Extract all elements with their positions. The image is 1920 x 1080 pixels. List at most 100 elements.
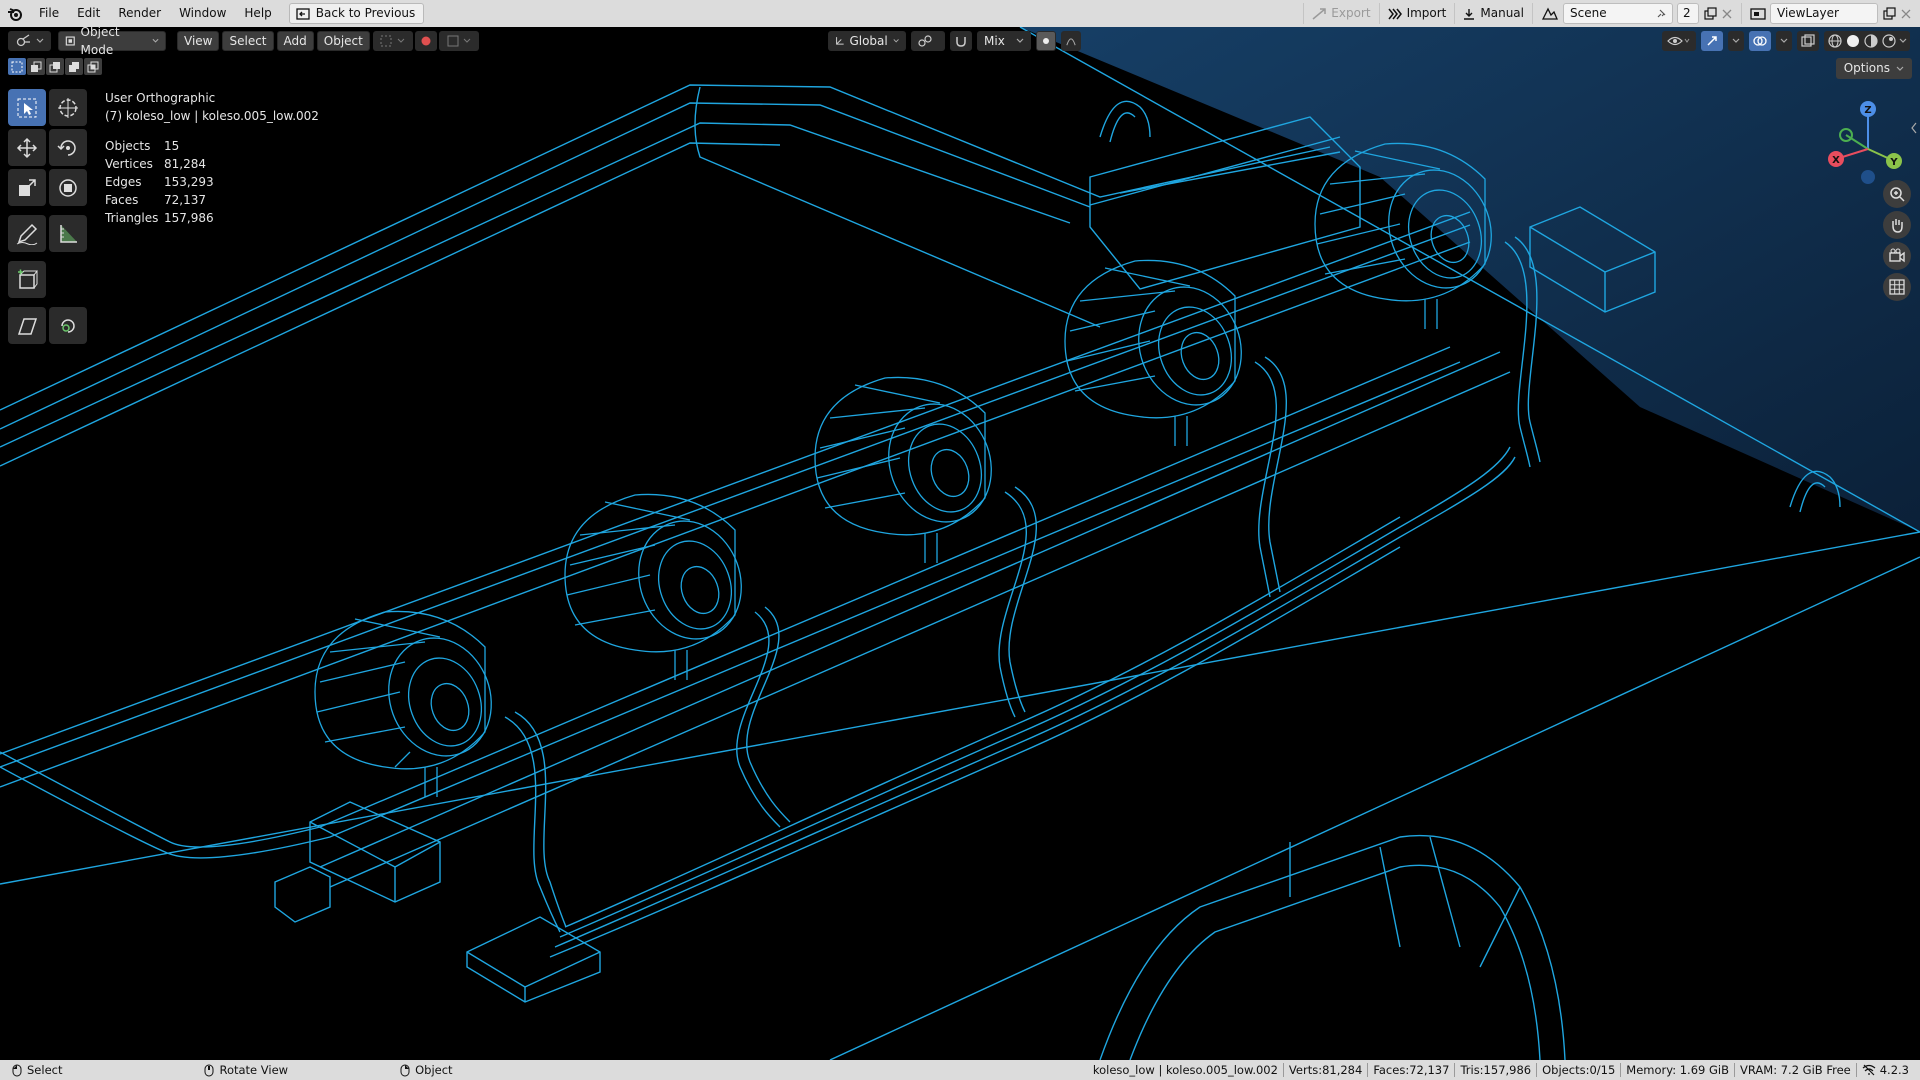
editor-type-button[interactable]: [8, 31, 51, 51]
stat-row-edges: Edges 153,293: [105, 175, 319, 193]
topbar-right-group: Export Import Manual Scene 2 ViewLayer: [1303, 0, 1920, 27]
scale-tool[interactable]: [8, 169, 46, 206]
stat-value: 153,293: [164, 175, 214, 189]
stat-label: Edges: [105, 175, 142, 189]
close-view-layer-icon[interactable]: [1900, 8, 1912, 20]
measure-tool[interactable]: [49, 215, 87, 252]
object-mode-dropdown[interactable]: Object Mode: [58, 27, 166, 57]
neg-z-axis-handle: [1861, 170, 1875, 184]
cursor-tool[interactable]: [49, 89, 87, 126]
back-to-previous-button[interactable]: Back to Previous: [288, 3, 425, 24]
menu-render[interactable]: Render: [109, 0, 170, 27]
show-overlays-toggle[interactable]: [1749, 31, 1771, 51]
sidebar-toggle-icon[interactable]: [1910, 122, 1918, 137]
visibility-dropdown[interactable]: [1662, 31, 1696, 51]
transform-tool[interactable]: [49, 169, 87, 206]
screen-back-icon: [296, 7, 310, 20]
pivot-point-dropdown[interactable]: [911, 31, 945, 51]
options-label: Options: [1843, 61, 1890, 75]
scene-users-count[interactable]: 2: [1677, 3, 1699, 24]
options-dropdown[interactable]: Options: [1835, 58, 1912, 79]
transform-orientation-dropdown[interactable]: Global: [828, 31, 906, 51]
import-button[interactable]: Import: [1378, 3, 1455, 24]
duplicate-view-layer-icon[interactable]: [1882, 6, 1896, 21]
chevron-down-icon: [893, 39, 899, 43]
close-scene-icon[interactable]: [1721, 8, 1733, 20]
toggle-perspective-button[interactable]: [1883, 273, 1911, 301]
select-intersect-icon[interactable]: [84, 58, 102, 75]
move-tool[interactable]: [8, 129, 46, 166]
snap-toggle[interactable]: [950, 31, 972, 51]
add-cube-tool[interactable]: [8, 261, 46, 298]
select-tool[interactable]: [8, 89, 46, 126]
manual-button[interactable]: Manual: [1454, 3, 1532, 24]
status-object-hint: Object: [388, 1060, 462, 1080]
scene-selector[interactable]: Scene 2: [1532, 3, 1741, 24]
scene-icon: [1541, 7, 1558, 20]
export-label: Export: [1331, 6, 1371, 20]
record-icon-button[interactable]: [414, 31, 437, 51]
view-layer-selector[interactable]: ViewLayer: [1741, 3, 1920, 24]
camera-view-button[interactable]: [1883, 242, 1911, 270]
mouse-right-icon: [400, 1064, 410, 1076]
transform-gizmo-icon: [447, 35, 471, 47]
pan-button[interactable]: [1883, 211, 1911, 239]
snap-mode-dropdown[interactable]: Mix: [977, 31, 1031, 51]
gizmo-dropdown[interactable]: [438, 31, 479, 51]
material-shading-icon[interactable]: [1863, 33, 1879, 49]
overlays-dropdown[interactable]: [1776, 31, 1792, 51]
hand-icon: [1892, 219, 1903, 233]
select-menu[interactable]: Select: [222, 31, 274, 51]
menu-file[interactable]: File: [30, 0, 68, 27]
magnet-icon: [956, 37, 966, 47]
select-extend-icon[interactable]: [27, 58, 45, 75]
view-menu[interactable]: View: [177, 31, 220, 51]
object-menu[interactable]: Object: [316, 31, 370, 51]
drag-action-dropdown[interactable]: [372, 31, 413, 51]
stat-label: Objects: [105, 139, 151, 153]
menu-help[interactable]: Help: [235, 0, 280, 27]
proportional-editing-toggle[interactable]: [1036, 31, 1056, 51]
stat-row-faces: Faces 72,137: [105, 193, 319, 211]
wireframe-shading-icon[interactable]: [1827, 33, 1843, 49]
cursor-arrow-icon: [17, 98, 37, 117]
status-verts: Verts:81,284: [1282, 1063, 1367, 1077]
gizmo-options-dropdown[interactable]: [1728, 31, 1744, 51]
wheels[interactable]: [314, 142, 1508, 797]
solid-shading-icon[interactable]: [1845, 33, 1861, 49]
select-subtract-icon[interactable]: [46, 58, 64, 75]
xray-toggle[interactable]: [1797, 31, 1819, 51]
blender-logo-icon[interactable]: [0, 0, 30, 27]
add-menu[interactable]: Add: [276, 31, 314, 51]
shear-tool[interactable]: [8, 307, 46, 344]
camera-icon: [1889, 248, 1905, 263]
object-mode-label: Object Mode: [80, 27, 120, 57]
x-axis-label: X: [1832, 155, 1840, 166]
download-icon: [1464, 8, 1475, 20]
stat-row-vertices: Vertices 81,284: [105, 157, 319, 175]
view-layer-name-field[interactable]: ViewLayer: [1770, 3, 1878, 24]
falloff-dropdown[interactable]: [1061, 31, 1081, 51]
rotate-tool[interactable]: [49, 129, 87, 166]
rotate-plus-tool[interactable]: [49, 307, 87, 344]
select-new-icon[interactable]: [8, 58, 26, 75]
stat-value: 72,137: [164, 193, 206, 207]
3d-viewport[interactable]: Object Mode View Select Add Object Globa…: [0, 27, 1920, 1060]
scene-name: Scene: [1570, 6, 1607, 20]
show-gizmo-toggle[interactable]: [1701, 31, 1723, 51]
select-invert-icon[interactable]: [65, 58, 83, 75]
annotate-tool[interactable]: [8, 215, 46, 252]
scene-name-field[interactable]: Scene: [1563, 3, 1673, 24]
status-vram: VRAM: 7.2 GiB Free: [1734, 1063, 1856, 1077]
duplicate-scene-icon[interactable]: [1703, 6, 1717, 21]
transform-icon: [59, 178, 77, 197]
menu-edit[interactable]: Edit: [68, 0, 109, 27]
viewport-editor-icon: [16, 34, 30, 47]
rendered-shading-icon[interactable]: [1881, 33, 1897, 49]
chevron-down-icon: [1732, 38, 1740, 43]
menu-window[interactable]: Window: [170, 0, 235, 27]
export-button[interactable]: Export: [1303, 3, 1378, 24]
status-active-object: koleso_low | koleso.005_low.002: [1092, 1063, 1278, 1077]
zoom-button[interactable]: [1883, 180, 1911, 208]
chevron-down-icon[interactable]: [1899, 38, 1907, 44]
